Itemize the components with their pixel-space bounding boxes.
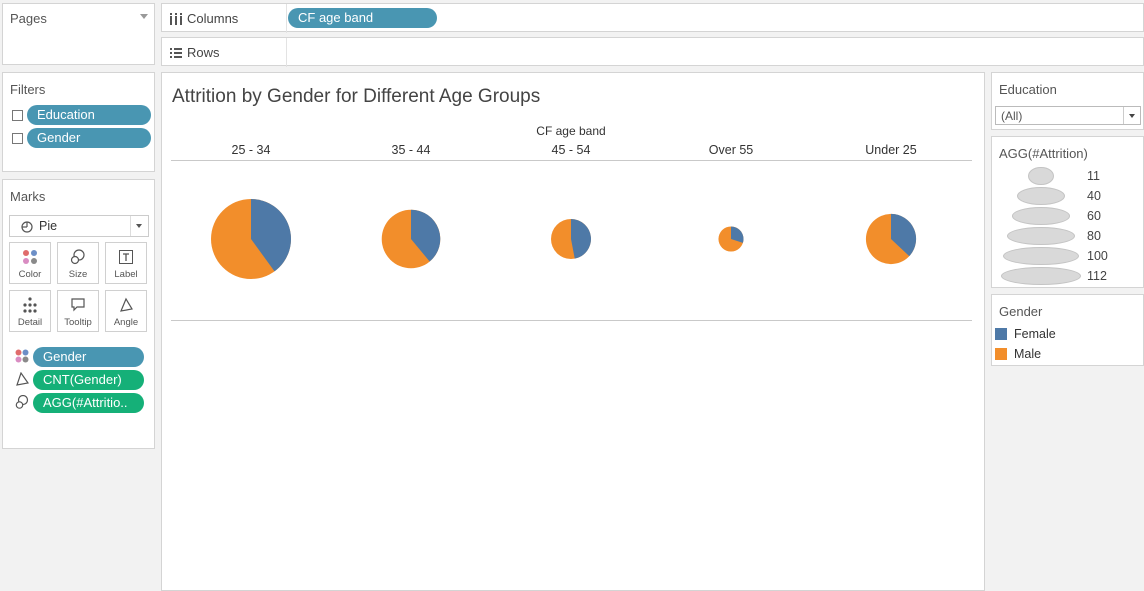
column-field-header: CF age band [536, 124, 606, 138]
columns-icon [170, 12, 182, 25]
pie-45-54[interactable] [551, 219, 591, 259]
size-legend-shape [1017, 187, 1065, 205]
color-label: Color [18, 269, 42, 280]
detail-label: Detail [17, 317, 43, 328]
size-legend-value: 80 [1087, 229, 1101, 243]
education-filter-value: (All) [1001, 109, 1023, 123]
columns-pill-cf-age-band[interactable]: CF age band [288, 8, 437, 28]
column-header-35-44[interactable]: 35 - 44 [351, 143, 471, 157]
pie-over-55[interactable] [718, 226, 744, 252]
chevron-down-icon[interactable] [140, 14, 148, 19]
mark-type-label: Pie [39, 219, 58, 233]
education-filter-dropdown[interactable]: (All) [995, 106, 1141, 125]
column-header-25-34[interactable]: 25 - 34 [191, 143, 311, 157]
size-legend-value: 11 [1087, 169, 1100, 183]
pie-under-25[interactable] [865, 213, 917, 265]
angle-label: Angle [113, 317, 139, 328]
marks-pill-agg-attrition[interactable]: AGG(#Attritio.. [33, 393, 144, 413]
mark-type-dropdown[interactable]: Pie [9, 215, 149, 237]
pie-chart-area[interactable] [171, 161, 972, 319]
size-label: Size [68, 269, 88, 280]
pie-25-34[interactable] [211, 199, 291, 279]
column-header-under-25[interactable]: Under 25 [831, 143, 951, 157]
size-legend-row: 11 [997, 166, 1107, 186]
rows-label: Rows [187, 45, 220, 60]
column-header-over-55[interactable]: Over 55 [671, 143, 791, 157]
legend-label-female: Female [1014, 327, 1056, 341]
tooltip-button[interactable]: Tooltip [57, 290, 99, 332]
size-legend-shape [1001, 267, 1081, 285]
color-legend-title: Gender [999, 304, 1043, 319]
text-icon [106, 249, 146, 265]
filter-icon [12, 133, 23, 144]
filters-title: Filters [10, 82, 46, 97]
marks-pill-gender[interactable]: Gender [33, 347, 144, 367]
filter-pill-gender[interactable]: Gender [27, 128, 151, 148]
rows-shelf[interactable]: Rows [161, 37, 1144, 67]
columns-label: Columns [187, 11, 239, 26]
detail-button[interactable]: Detail [9, 290, 51, 332]
columns-shelf[interactable]: Columns CF age band [161, 3, 1144, 33]
size-legend-value: 40 [1087, 189, 1101, 203]
pie-35-44[interactable] [381, 209, 441, 269]
pie-icon [21, 220, 33, 233]
education-filter-card: Education (All) [991, 72, 1144, 130]
legend-item-female[interactable]: Female [995, 327, 1056, 341]
pages-title: Pages [10, 11, 47, 26]
label-button[interactable]: Label [105, 242, 147, 284]
male-swatch [995, 348, 1007, 360]
angle-icon [106, 297, 146, 313]
size-legend-shape [1011, 207, 1071, 225]
size-icon [15, 394, 29, 409]
size-legend-shape [1003, 247, 1079, 265]
size-button[interactable]: Size [57, 242, 99, 284]
size-legend-title: AGG(#Attrition) [999, 146, 1088, 161]
size-legend-row: 80 [997, 226, 1107, 246]
size-legend-shape [1007, 227, 1075, 245]
tooltip-icon [58, 297, 98, 313]
size-legend-shape [1028, 167, 1054, 185]
filter-icon [12, 110, 23, 121]
size-legend-row: 40 [997, 186, 1107, 206]
marks-pill-cnt-gender[interactable]: CNT(Gender) [33, 370, 144, 390]
view-title: Attrition by Gender for Different Age Gr… [172, 86, 541, 107]
filter-pill-education[interactable]: Education [27, 105, 151, 125]
label-label: Label [114, 269, 138, 280]
female-swatch [995, 328, 1007, 340]
detail-icon [10, 297, 50, 313]
chevron-down-icon [1129, 114, 1135, 118]
tooltip-label: Tooltip [64, 317, 92, 328]
chevron-down-icon [136, 224, 142, 228]
size-legend-value: 112 [1087, 269, 1107, 283]
color-button[interactable]: Color [9, 242, 51, 284]
size-legend-row: 100 [997, 246, 1108, 266]
color-icon [10, 249, 50, 265]
legend-item-male[interactable]: Male [995, 347, 1041, 361]
pie-slice-female[interactable] [571, 219, 591, 259]
marks-title: Marks [10, 189, 46, 204]
education-filter-title: Education [999, 82, 1057, 97]
legend-label-male: Male [1014, 347, 1042, 361]
rows-icon [170, 46, 182, 58]
filters-shelf[interactable]: Filters Education Gender [2, 72, 155, 172]
angle-button[interactable]: Angle [105, 290, 147, 332]
angle-icon [15, 371, 30, 386]
size-legend-value: 100 [1087, 249, 1108, 263]
marks-card: Marks Pie Color Size Label Detail Toolti… [2, 179, 155, 449]
size-icon [58, 249, 98, 265]
column-header-45-54[interactable]: 45 - 54 [511, 143, 631, 157]
size-legend-value: 60 [1087, 209, 1101, 223]
pane-divider [171, 320, 972, 321]
size-legend-row: 60 [997, 206, 1107, 226]
color-icon [15, 349, 29, 363]
pages-shelf[interactable]: Pages [2, 3, 155, 65]
size-legend-row: 112 [997, 266, 1107, 286]
